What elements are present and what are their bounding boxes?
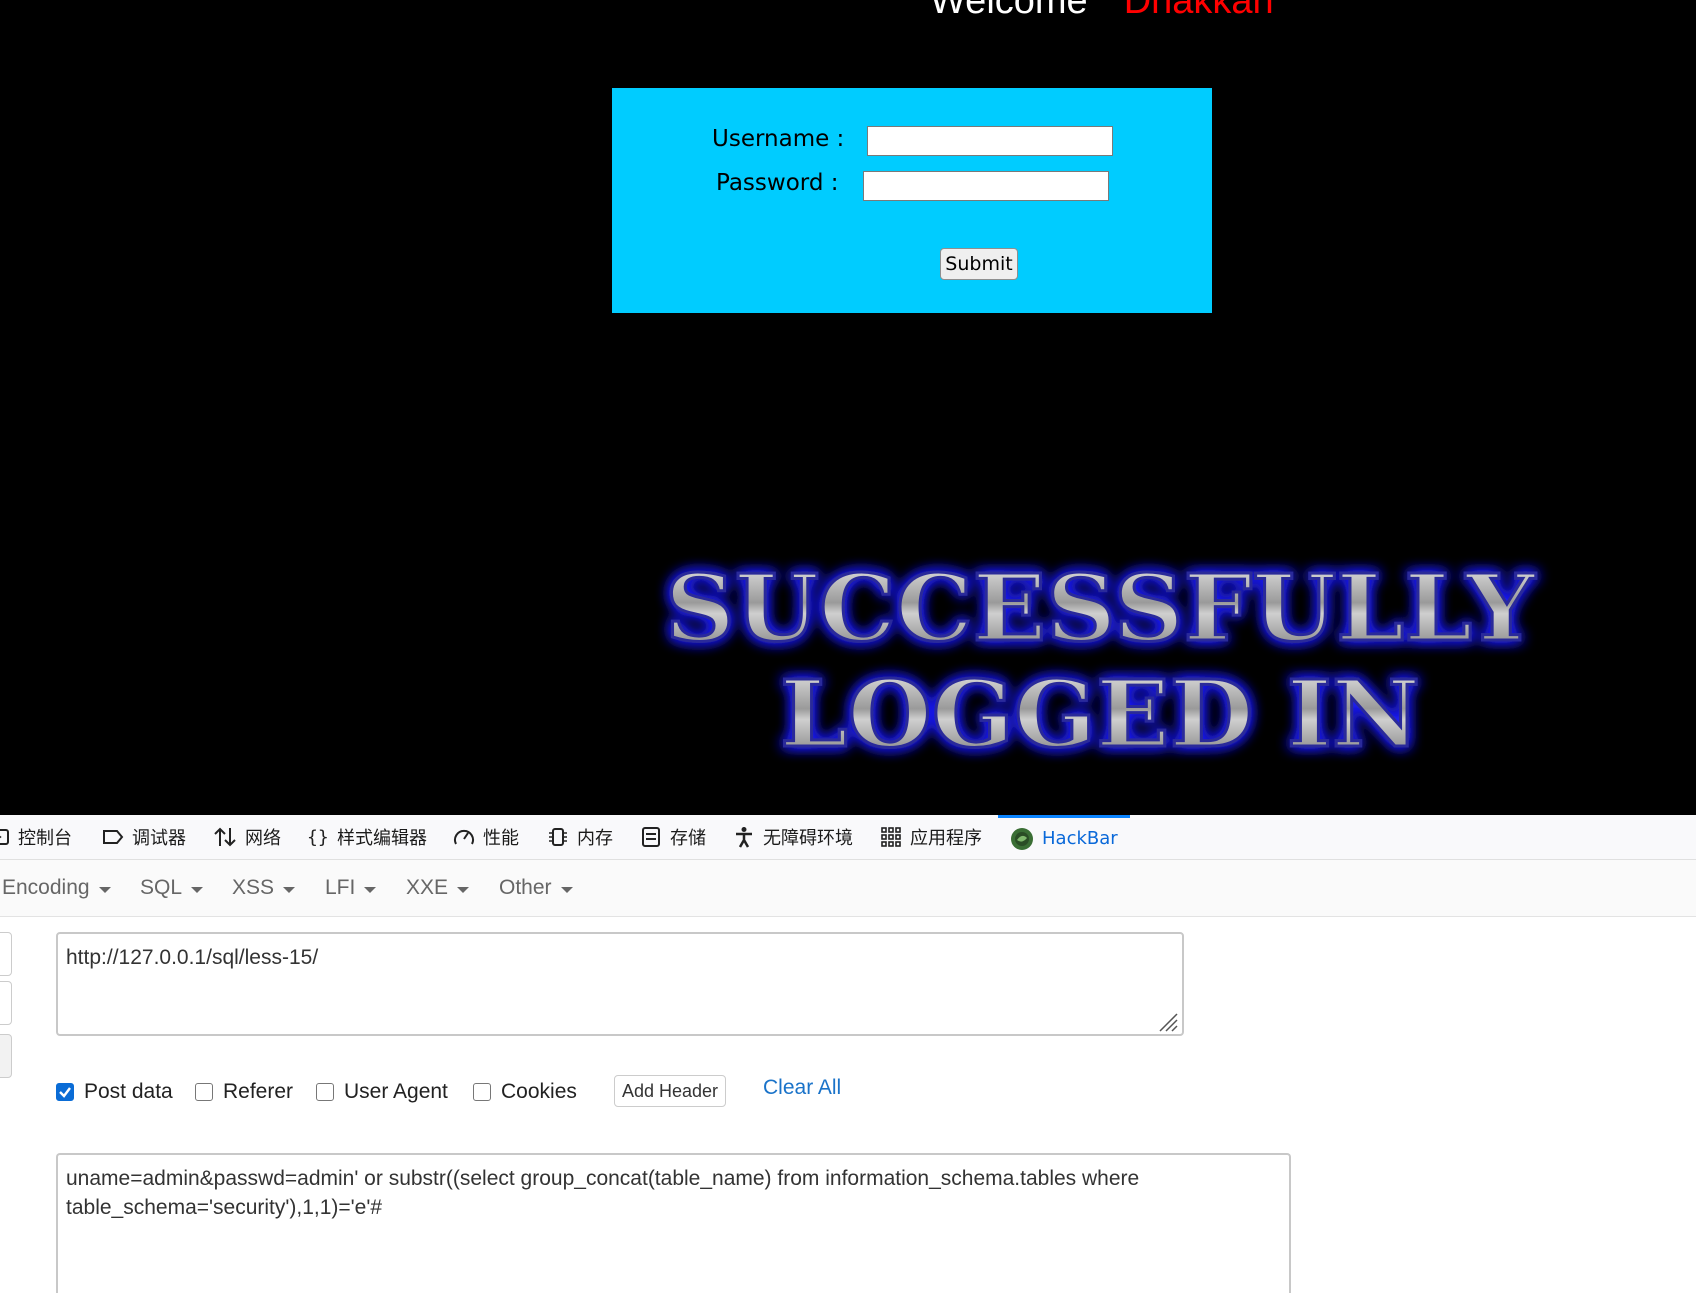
tab-performance[interactable]: 性能 [453,815,519,859]
welcome-username: Dhakkan [1123,0,1274,22]
success-line-2: LOGGED IN [780,660,1420,768]
web-page: Welcome Dhakkan Username : Password : Sub… [0,0,1696,815]
tab-memory-label: 内存 [577,828,613,849]
tab-accessibility[interactable]: 无障碍环境 [733,815,853,859]
post-data-checkbox[interactable] [56,1083,74,1101]
caret-down-icon [457,886,470,893]
tab-storage-label: 存储 [670,828,706,849]
menu-sql-label: SQL [140,876,183,899]
menu-other[interactable]: Other [499,860,573,916]
tab-hackbar-label: HackBar [1042,828,1118,849]
hackbar-icon [1011,827,1033,850]
tab-console[interactable]: 控制台 [0,815,72,859]
tab-application-label: 应用程序 [910,828,982,849]
checkmark-icon [59,1087,71,1098]
tab-console-label: 控制台 [18,828,72,849]
menu-sql[interactable]: SQL [140,860,204,916]
welcome-banner: Welcome Dhakkan [930,0,1274,23]
add-header-button[interactable]: Add Header [614,1075,726,1107]
tab-accessibility-label: 无障碍环境 [763,828,853,849]
caret-down-icon [364,886,377,893]
accessibility-icon [736,827,752,848]
post-data-option[interactable]: Post data [56,1079,173,1105]
password-label: Password : [716,170,839,196]
referer-label: Referer [223,1080,294,1103]
storage-icon [642,827,660,847]
referer-option[interactable]: Referer [195,1079,293,1105]
hackbar-menu: Encoding SQL XSS LFI XXE Other [0,860,1696,917]
menu-xss[interactable]: XSS [232,860,296,916]
tab-performance-label: 性能 [483,828,519,849]
network-icon [214,827,236,847]
cookies-option[interactable]: Cookies [473,1079,577,1105]
menu-xxe[interactable]: XXE [406,860,470,916]
debugger-icon [103,830,124,844]
cookies-checkbox[interactable] [473,1083,491,1101]
menu-encoding[interactable]: Encoding [2,860,111,916]
username-label: Username : [712,126,845,152]
user-agent-checkbox[interactable] [316,1083,334,1101]
success-line-1: SUCCESSFULLY [665,554,1536,662]
username-input[interactable] [867,126,1113,156]
load-url-button[interactable] [0,932,12,976]
success-logged-in-image: SUCCESSFULLY LOGGED IN [664,553,1538,770]
clear-all-link[interactable]: Clear All [763,1076,841,1100]
menu-encoding-label: Encoding [2,876,90,899]
tab-application[interactable]: 应用程序 [880,815,982,859]
execute-button[interactable] [0,1034,12,1078]
tab-debugger-label: 调试器 [132,828,186,849]
menu-lfi[interactable]: LFI [325,860,377,916]
user-agent-label: User Agent [344,1080,448,1103]
tab-network[interactable]: 网络 [213,815,281,859]
split-url-button[interactable] [0,981,12,1025]
menu-xxe-label: XXE [406,876,449,899]
referer-checkbox[interactable] [195,1083,213,1101]
svg-text:{}: {} [307,827,329,847]
menu-lfi-label: LFI [325,876,356,899]
application-icon [881,827,901,847]
url-textarea[interactable]: http://127.0.0.1/sql/less-15/ [56,932,1184,1036]
menu-xss-label: XSS [232,876,275,899]
caret-down-icon [98,886,111,893]
user-agent-option[interactable]: User Agent [316,1079,448,1105]
post-data-label: Post data [84,1080,173,1103]
submit-button[interactable]: Submit [940,248,1018,280]
caret-down-icon [191,886,204,893]
tab-storage[interactable]: 存储 [640,815,706,859]
caret-down-icon [560,886,573,893]
performance-icon [454,829,474,845]
caret-down-icon [283,886,296,893]
devtools-tab-bar: 控制台 调试器 网络 {} 样式编辑器 性能 内存 存储 无障碍环境 应用程序 … [0,815,1696,860]
menu-other-label: Other [499,876,552,899]
console-icon [0,829,9,845]
tab-hackbar[interactable]: HackBar [998,815,1130,859]
tab-network-label: 网络 [245,828,281,849]
tab-style-editor[interactable]: {} 样式编辑器 [307,815,427,859]
login-form: Username : Password : Submit [612,88,1212,313]
welcome-text: Welcome [930,0,1088,22]
tab-debugger[interactable]: 调试器 [102,815,186,859]
tab-style-editor-label: 样式编辑器 [337,828,427,849]
password-input[interactable] [863,171,1109,201]
style-editor-icon: {} [307,827,329,847]
tab-memory[interactable]: 内存 [547,815,613,859]
resize-grip-icon[interactable] [1156,1010,1178,1032]
post-data-textarea[interactable]: uname=admin&passwd=admin' or substr((sel… [56,1153,1291,1293]
cookies-label: Cookies [501,1080,577,1103]
memory-icon [549,828,567,846]
